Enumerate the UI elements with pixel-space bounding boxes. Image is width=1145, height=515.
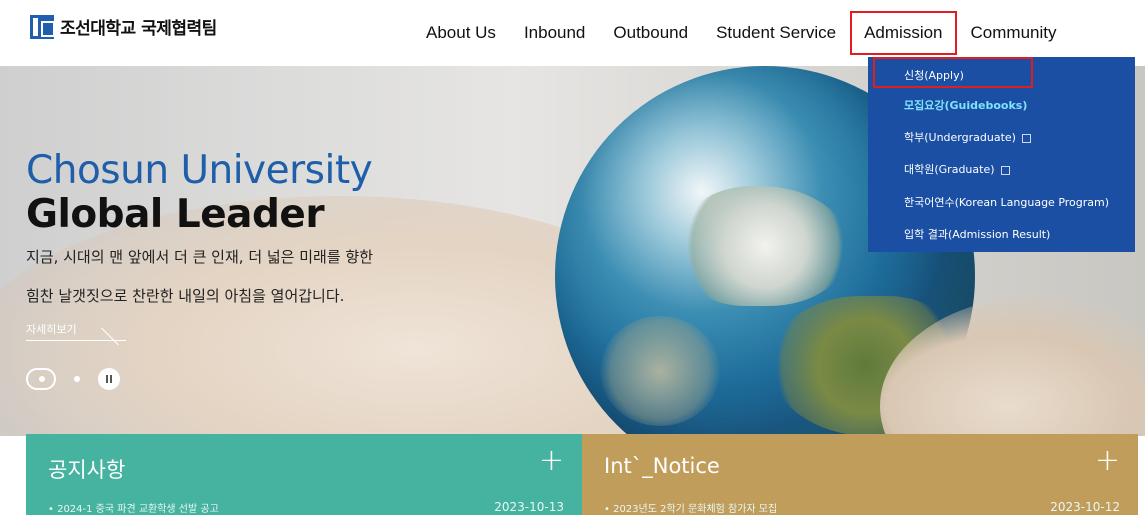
hero-title-line2: Global Leader xyxy=(26,192,325,237)
logo-text: 조선대학교 국제협력팀 xyxy=(60,19,217,39)
nav-outbound[interactable]: Outbound xyxy=(599,21,702,45)
globe-land xyxy=(680,186,850,306)
nav-inbound[interactable]: Inbound xyxy=(510,21,599,45)
hero-description-line2: 힘찬 날갯짓으로 찬란한 내일의 아침을 열어갑니다. xyxy=(26,287,345,305)
pause-icon[interactable] xyxy=(98,368,120,390)
globe-land xyxy=(600,316,720,426)
notice-item[interactable]: • 2023년도 2학기 문화체험 참가자 모집 xyxy=(604,500,777,515)
nav-admission[interactable]: Admission xyxy=(850,11,957,55)
plus-icon[interactable]: + xyxy=(1095,446,1120,476)
external-link-icon xyxy=(1021,133,1031,143)
dropdown-item-admission-result[interactable]: 입학 결과(Admission Result) xyxy=(904,226,1050,242)
slide-indicator-active[interactable] xyxy=(26,368,56,390)
dropdown-item-graduate[interactable]: 대학원(Graduate) xyxy=(904,161,1010,177)
more-link-underline xyxy=(26,340,126,341)
university-emblem-icon xyxy=(30,14,54,39)
plus-icon[interactable]: + xyxy=(539,446,564,476)
dropdown-item-guidebooks[interactable]: 모집요강(Guidebooks) xyxy=(904,97,1027,113)
site-logo[interactable]: 조선대학교 국제협력팀 xyxy=(30,14,217,39)
hero-description-line1: 지금, 시대의 맨 앞에서 더 큰 인재, 더 넓은 미래를 향한 xyxy=(26,248,374,266)
slide-indicator[interactable] xyxy=(74,376,80,382)
dropdown-item-undergraduate[interactable]: 학부(Undergraduate) xyxy=(904,129,1031,145)
notice-date: 2023-10-12 xyxy=(1050,500,1120,514)
notice-panel-title: Int`_Notice xyxy=(604,454,720,478)
int-notice-panel: Int`_Notice + • 2023년도 2학기 문화체험 참가자 모집 2… xyxy=(582,434,1138,515)
dropdown-item-label: 대학원(Graduate) xyxy=(904,163,995,176)
dropdown-item-korean-language[interactable]: 한국어연수(Korean Language Program) xyxy=(904,194,1109,210)
dropdown-item-label: 학부(Undergraduate) xyxy=(904,131,1016,144)
more-link[interactable]: 자세히보기 xyxy=(26,321,77,337)
hero-title-line1: Chosun University xyxy=(26,148,373,193)
notice-item[interactable]: • 2024-1 중국 파견 교환학생 선발 공고 xyxy=(48,500,219,515)
apply-highlight-box xyxy=(873,57,1033,88)
nav-about-us[interactable]: About Us xyxy=(412,21,510,45)
external-link-icon xyxy=(1000,165,1010,175)
notice-panel: 공지사항 + • 2024-1 중국 파견 교환학생 선발 공고 2023-10… xyxy=(26,434,582,515)
nav-student-service[interactable]: Student Service xyxy=(702,21,850,45)
slider-controls xyxy=(26,368,120,390)
notice-panel-title: 공지사항 xyxy=(48,458,126,482)
nav-community[interactable]: Community xyxy=(957,21,1071,45)
notice-date: 2023-10-13 xyxy=(494,500,564,514)
